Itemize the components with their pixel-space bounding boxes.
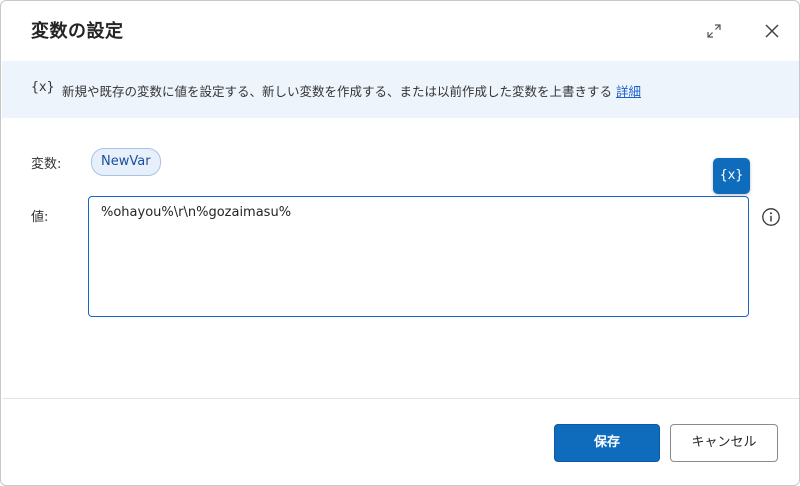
value-label: 値: <box>31 210 49 225</box>
value-input[interactable]: %ohayou%\r\n%gozaimasu% <box>88 196 749 317</box>
info-bar: {x} 新規や既存の変数に値を設定する、新しい変数を作成する、または以前作成した… <box>2 61 799 118</box>
cancel-button[interactable]: キャンセル <box>670 424 778 462</box>
insert-variable-button[interactable]: {x} <box>713 158 750 194</box>
info-text: 新規や既存の変数に値を設定する、新しい変数を作成する、または以前作成した変数を上… <box>62 81 641 100</box>
variable-icon: {x} <box>31 80 55 95</box>
dialog-title: 変数の設定 <box>31 21 124 42</box>
expand-icon[interactable] <box>704 21 724 41</box>
save-button[interactable]: 保存 <box>554 424 660 462</box>
value-text: %ohayou%\r\n%gozaimasu% <box>101 205 292 220</box>
variable-label: 変数: <box>31 157 62 172</box>
close-icon[interactable] <box>761 20 783 42</box>
details-link[interactable]: 詳細 <box>616 84 641 99</box>
variable-name-chip[interactable]: NewVar <box>91 148 161 176</box>
footer-divider <box>2 398 799 399</box>
info-circle-icon[interactable] <box>761 207 781 227</box>
info-description: 新規や既存の変数に値を設定する、新しい変数を作成する、または以前作成した変数を上… <box>62 84 613 99</box>
set-variable-dialog: 変数の設定 {x} 新規や既存の変数に値を設定する、新しい変数を作成する、または… <box>0 0 800 486</box>
